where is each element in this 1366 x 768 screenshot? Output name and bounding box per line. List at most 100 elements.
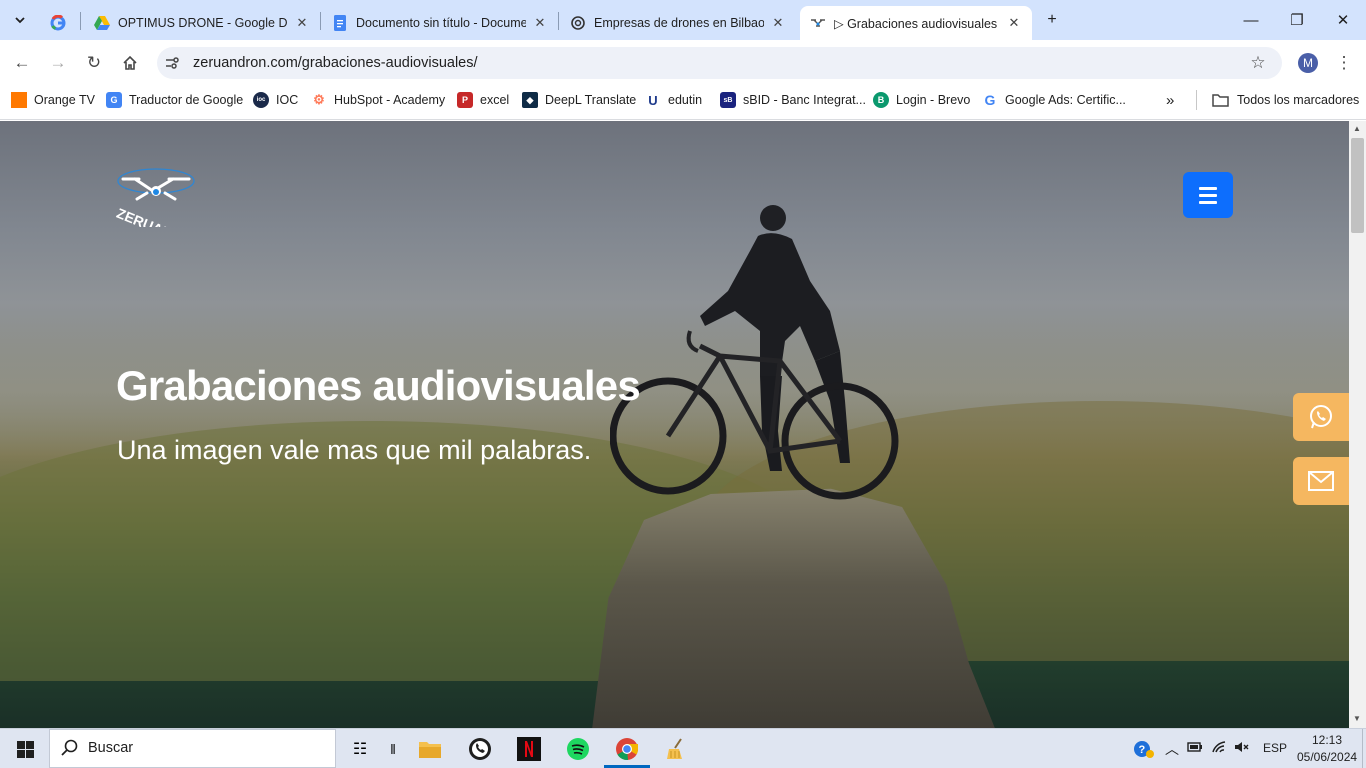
bookmark-label: Todos los marcadores bbox=[1237, 93, 1360, 107]
tab-separator bbox=[320, 12, 321, 30]
arrow-left-icon: ← bbox=[13, 53, 31, 72]
excel-icon: P bbox=[457, 92, 473, 108]
close-tab-icon[interactable]: ✕ bbox=[1006, 15, 1022, 31]
tab-grabaciones-active[interactable]: ▷ Grabaciones audiovisuales y fotografía… bbox=[800, 6, 1032, 40]
arrow-right-icon: → bbox=[49, 53, 67, 72]
bookmark-label: Orange TV bbox=[34, 93, 95, 107]
orange-icon bbox=[11, 92, 27, 108]
hubspot-icon: ⚙ bbox=[313, 92, 325, 107]
sbid-icon: sB bbox=[720, 92, 736, 108]
bookmark-deepl[interactable]: ◆ DeepL Translate bbox=[522, 91, 636, 109]
bookmark-star-button[interactable]: ☆ bbox=[1246, 51, 1270, 75]
spotify-button[interactable] bbox=[563, 734, 593, 764]
netflix-icon bbox=[517, 737, 541, 761]
volume-muted-tray-icon[interactable] bbox=[1234, 740, 1250, 757]
site-info-icon[interactable] bbox=[164, 55, 180, 71]
chevron-down-icon bbox=[15, 17, 25, 24]
home-icon bbox=[123, 55, 137, 70]
hamburger-line bbox=[1199, 186, 1217, 190]
scrollbar-thumb[interactable] bbox=[1351, 138, 1364, 233]
chrome-menu-button[interactable]: ⋮ bbox=[1332, 51, 1356, 75]
bookmark-orange-tv[interactable]: Orange TV bbox=[11, 91, 95, 109]
profile-avatar[interactable]: M bbox=[1298, 53, 1318, 73]
file-explorer-button[interactable] bbox=[415, 734, 445, 764]
minimize-button[interactable]: — bbox=[1228, 0, 1274, 40]
search-icon bbox=[61, 739, 78, 761]
language-indicator[interactable]: ESP bbox=[1263, 741, 1287, 755]
widgets-button[interactable]: ‖ bbox=[378, 734, 408, 764]
bookmark-traductor[interactable]: G Traductor de Google bbox=[106, 91, 243, 109]
clock-date[interactable]: 05/06/2024 bbox=[1297, 750, 1357, 764]
battery-tray-icon[interactable] bbox=[1187, 740, 1203, 757]
openai-icon bbox=[570, 15, 586, 31]
wifi-tray-icon[interactable] bbox=[1211, 740, 1227, 757]
tab-google-docs[interactable]: Documento sin título - Documentos de Goo… bbox=[322, 6, 558, 40]
whatsapp-button[interactable] bbox=[1293, 393, 1349, 441]
cleaner-app-button[interactable] bbox=[661, 734, 691, 764]
chevron-up-icon: ︿ bbox=[1165, 741, 1179, 757]
folder-icon bbox=[1212, 94, 1229, 107]
tab-search-button[interactable] bbox=[8, 8, 32, 32]
chrome-button[interactable] bbox=[612, 734, 642, 764]
bookmark-excel[interactable]: Pexcel bbox=[457, 91, 509, 109]
envelope-icon bbox=[1308, 471, 1334, 491]
bookmark-hubspot[interactable]: ⚙ HubSpot - Academy bbox=[311, 91, 445, 109]
close-icon: ✕ bbox=[1336, 12, 1350, 29]
home-button[interactable] bbox=[118, 51, 142, 75]
bookmark-google-ads[interactable]: G Google Ads: Certific... bbox=[982, 91, 1126, 109]
page-subtitle: Una imagen vale mas que mil palabras. bbox=[117, 435, 592, 465]
netflix-button[interactable] bbox=[514, 734, 544, 764]
hero-section bbox=[0, 121, 1349, 728]
minimize-icon: — bbox=[1243, 11, 1259, 29]
help-tray-icon[interactable]: ? bbox=[1133, 739, 1155, 762]
all-bookmarks-button[interactable]: Todos los marcadores bbox=[1212, 91, 1359, 109]
bookmark-label: Login - Brevo bbox=[896, 93, 971, 107]
hamburger-line bbox=[1199, 200, 1217, 204]
spotify-icon bbox=[567, 738, 589, 760]
svg-text:?: ? bbox=[1139, 744, 1146, 756]
reload-button[interactable]: ↻ bbox=[82, 51, 106, 75]
bookmark-sbid[interactable]: sB sBID - Banc Integrat... bbox=[720, 91, 866, 109]
bookmark-brevo[interactable]: B Login - Brevo bbox=[873, 91, 970, 109]
forward-button[interactable]: → bbox=[46, 51, 70, 75]
whatsapp-app-button[interactable] bbox=[465, 734, 495, 764]
plus-icon: + bbox=[1047, 11, 1057, 28]
bookmark-label: Google Ads: Certific... bbox=[1005, 93, 1126, 107]
zeruan-logo[interactable]: ZERUAN bbox=[113, 161, 199, 227]
show-hidden-icons-button[interactable]: ︿ bbox=[1165, 739, 1179, 759]
ioc-icon: ioc bbox=[253, 92, 269, 108]
email-button[interactable] bbox=[1293, 457, 1349, 505]
bookmark-ioc[interactable]: ioc IOC bbox=[253, 91, 298, 109]
tab-title: Empresas de drones en Bilbao bbox=[594, 16, 764, 30]
kebab-menu-icon: ⋮ bbox=[1335, 53, 1353, 72]
edutin-icon: U bbox=[648, 92, 658, 108]
scroll-up-arrow[interactable]: ▲ bbox=[1353, 124, 1361, 133]
clock-time[interactable]: 12:13 bbox=[1312, 733, 1342, 747]
brevo-icon: B bbox=[873, 92, 889, 108]
logo-text: ZERUAN bbox=[114, 205, 174, 227]
close-tab-icon[interactable]: ✕ bbox=[532, 15, 548, 31]
tab-google[interactable] bbox=[40, 6, 80, 40]
url-text[interactable]: zeruandron.com/grabaciones-audiovisuales… bbox=[193, 55, 478, 71]
more-bookmarks-button[interactable]: » bbox=[1166, 91, 1174, 109]
hamburger-menu-button[interactable] bbox=[1183, 172, 1233, 218]
translate-icon: G bbox=[106, 92, 122, 108]
tab-title: Documento sin título - Documentos de Goo… bbox=[356, 16, 526, 30]
scroll-down-arrow[interactable]: ▼ bbox=[1353, 714, 1361, 723]
tab-google-drive[interactable]: OPTIMUS DRONE - Google Drive ✕ bbox=[84, 6, 320, 40]
close-tab-icon[interactable]: ✕ bbox=[770, 15, 786, 31]
pause-bars-icon: ‖ bbox=[390, 741, 396, 757]
tab-empresas-drones[interactable]: Empresas de drones en Bilbao ✕ bbox=[560, 6, 796, 40]
close-window-button[interactable]: ✕ bbox=[1320, 0, 1366, 40]
bookmark-edutin[interactable]: Uedutin bbox=[645, 91, 702, 109]
start-button[interactable] bbox=[10, 734, 40, 764]
back-button[interactable]: ← bbox=[10, 51, 34, 75]
new-tab-button[interactable]: + bbox=[1040, 8, 1064, 32]
task-view-button[interactable]: ☷ bbox=[345, 734, 375, 764]
google-icon bbox=[50, 15, 66, 31]
show-desktop-button[interactable] bbox=[1362, 729, 1366, 768]
close-tab-icon[interactable]: ✕ bbox=[294, 15, 310, 31]
broom-icon bbox=[667, 738, 682, 759]
restore-button[interactable]: ❐ bbox=[1274, 0, 1320, 40]
bookmark-label: HubSpot - Academy bbox=[334, 93, 446, 107]
